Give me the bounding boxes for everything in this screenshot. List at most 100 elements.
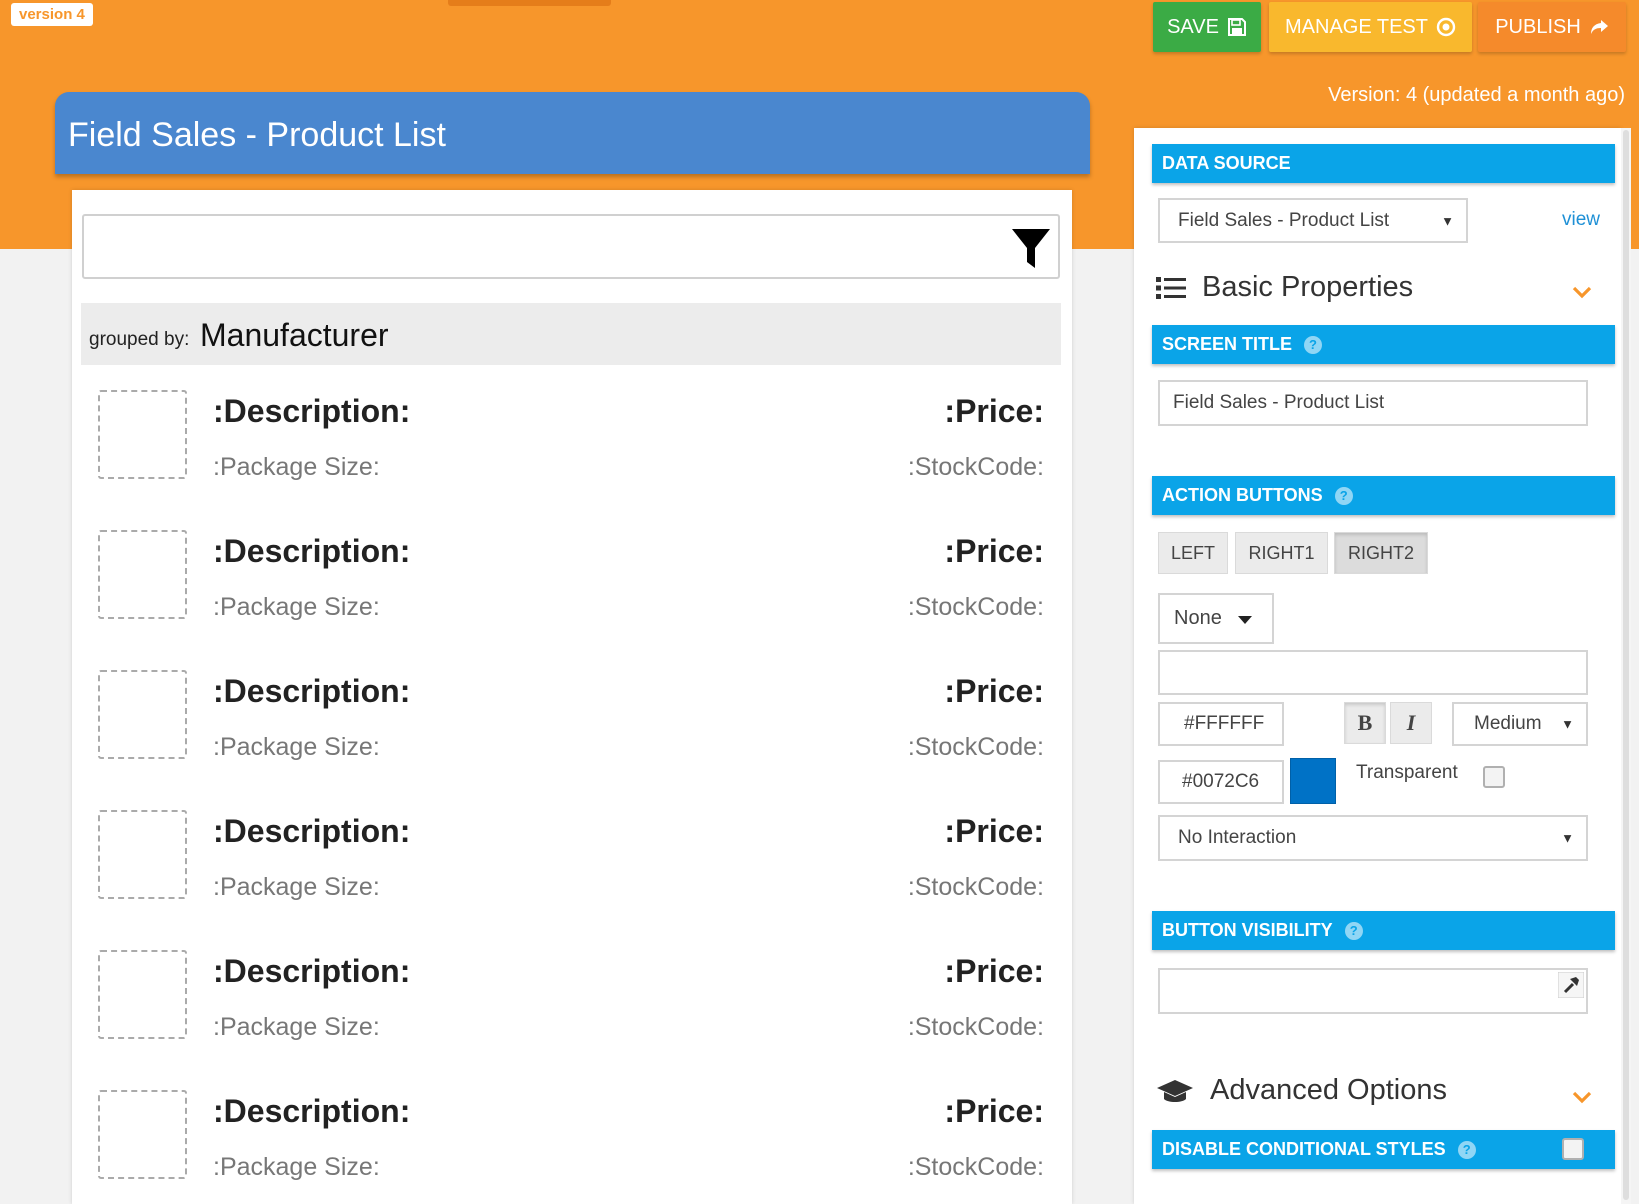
bold-button[interactable]: B — [1344, 702, 1386, 744]
manage-test-label: MANAGE TEST — [1285, 15, 1428, 38]
list-item[interactable]: :Description: :Price: :Package Size: :St… — [72, 390, 1072, 530]
data-source-header-label: DATA SOURCE — [1162, 153, 1291, 173]
tab-left[interactable]: LEFT — [1158, 532, 1228, 574]
image-placeholder — [98, 530, 187, 619]
graduation-cap-icon — [1157, 1079, 1193, 1102]
properties-panel: DATA SOURCE Field Sales - Product List ▼… — [1134, 128, 1621, 1204]
list-item[interactable]: :Description: :Price: :Package Size: :St… — [72, 810, 1072, 950]
screen-body: grouped by: Manufacturer :Description: :… — [72, 190, 1072, 1204]
data-source-view-link[interactable]: view — [1562, 209, 1600, 231]
transparent-checkbox[interactable] — [1483, 766, 1505, 788]
list-item[interactable]: :Description: :Price: :Package Size: :St… — [72, 950, 1072, 1090]
data-source-select[interactable]: Field Sales - Product List ▼ — [1158, 198, 1468, 243]
help-icon[interactable]: ? — [1304, 335, 1323, 354]
basic-properties-title: Basic Properties — [1202, 271, 1414, 303]
save-button[interactable]: SAVE — [1153, 2, 1261, 52]
color-swatch[interactable] — [1290, 758, 1336, 804]
tab-right1[interactable]: RIGHT1 — [1235, 532, 1328, 574]
text-color-value: #FFFFFF — [1184, 713, 1265, 734]
item-stock-code: :StockCode: — [907, 733, 1044, 761]
help-icon[interactable]: ? — [1457, 1140, 1476, 1159]
item-description: :Description: — [213, 813, 411, 849]
button-visibility-input[interactable] — [1158, 968, 1588, 1014]
publish-button[interactable]: PUBLISH — [1478, 2, 1626, 52]
top-tab-stub[interactable] — [448, 0, 611, 6]
background-color-input[interactable]: #0072C6 — [1158, 760, 1284, 804]
dropdown-arrow-icon: ▼ — [1441, 213, 1454, 228]
item-stock-code: :StockCode: — [907, 593, 1044, 621]
item-price: :Price: — [944, 533, 1044, 569]
dropdown-arrow-icon: ▼ — [1561, 830, 1574, 846]
item-price: :Price: — [944, 1093, 1044, 1129]
chevron-down-icon[interactable] — [1572, 286, 1592, 300]
button-icon-select[interactable]: None — [1158, 593, 1274, 644]
publish-label: PUBLISH — [1495, 15, 1581, 38]
grouped-by-value: Manufacturer — [200, 317, 389, 353]
dropdown-arrow-icon: ▼ — [1561, 716, 1574, 732]
manage-test-button[interactable]: MANAGE TEST — [1269, 2, 1472, 52]
image-placeholder — [98, 390, 187, 479]
screen-title: Field Sales - Product List — [68, 116, 446, 154]
chevron-down-icon[interactable] — [1572, 1091, 1592, 1105]
screen-title-input-value: Field Sales - Product List — [1173, 392, 1385, 413]
text-color-input[interactable]: #FFFFFF — [1158, 702, 1284, 746]
item-description: :Description: — [213, 673, 411, 709]
list-item[interactable]: :Description: :Price: :Package Size: :St… — [72, 1090, 1072, 1204]
action-buttons-header-label: ACTION BUTTONS — [1162, 485, 1323, 505]
item-stock-code: :StockCode: — [907, 453, 1044, 481]
screen-title-input[interactable]: Field Sales - Product List — [1158, 380, 1588, 426]
item-price: :Price: — [944, 813, 1044, 849]
filter-input[interactable] — [82, 214, 1060, 279]
italic-button[interactable]: I — [1390, 702, 1432, 744]
interaction-select-value: No Interaction — [1178, 827, 1297, 848]
group-header: grouped by: Manufacturer — [81, 303, 1061, 365]
interaction-select[interactable]: No Interaction ▼ — [1158, 815, 1588, 861]
font-size-value: Medium — [1474, 713, 1542, 734]
tab-right2[interactable]: RIGHT2 — [1334, 532, 1428, 574]
item-package-size: :Package Size: — [213, 1013, 380, 1041]
panel-scrollbar-thumb[interactable] — [1623, 130, 1629, 1200]
image-placeholder — [98, 950, 187, 1039]
image-placeholder — [98, 670, 187, 759]
item-description: :Description: — [213, 393, 411, 429]
disable-conditional-styles-header: DISABLE CONDITIONAL STYLES ? — [1152, 1130, 1615, 1169]
item-price: :Price: — [944, 393, 1044, 429]
caret-down-icon — [1238, 616, 1252, 624]
floppy-disk-icon — [1227, 18, 1246, 36]
item-package-size: :Package Size: — [213, 873, 380, 901]
item-package-size: :Package Size: — [213, 453, 380, 481]
item-package-size: :Package Size: — [213, 1153, 380, 1181]
hammer-icon[interactable] — [1558, 972, 1584, 998]
share-arrow-icon — [1590, 20, 1608, 34]
item-package-size: :Package Size: — [213, 733, 380, 761]
font-size-select[interactable]: Medium ▼ — [1452, 702, 1588, 746]
item-stock-code: :StockCode: — [907, 873, 1044, 901]
item-stock-code: :StockCode: — [907, 1153, 1044, 1181]
advanced-options-toggle[interactable]: Advanced Options — [1156, 1074, 1447, 1107]
data-source-value: Field Sales - Product List — [1178, 209, 1390, 231]
advanced-options-title: Advanced Options — [1210, 1074, 1447, 1106]
item-package-size: :Package Size: — [213, 593, 380, 621]
button-label-input[interactable] — [1158, 650, 1588, 695]
list-item[interactable]: :Description: :Price: :Package Size: :St… — [72, 530, 1072, 670]
help-icon[interactable]: ? — [1344, 921, 1363, 940]
screen-title-header: SCREEN TITLE ? — [1152, 325, 1615, 364]
filter-funnel-icon[interactable] — [1010, 226, 1052, 272]
item-stock-code: :StockCode: — [907, 1013, 1044, 1041]
list-icon — [1156, 276, 1186, 299]
action-buttons-header: ACTION BUTTONS ? — [1152, 476, 1615, 515]
list-item[interactable]: :Description: :Price: :Package Size: :St… — [72, 670, 1072, 810]
image-placeholder — [98, 1090, 187, 1179]
grouped-by-label: grouped by: — [89, 329, 190, 350]
button-visibility-header-label: BUTTON VISIBILITY — [1162, 920, 1333, 940]
basic-properties-toggle[interactable]: Basic Properties — [1156, 271, 1413, 304]
image-placeholder — [98, 810, 187, 899]
disable-conditional-styles-checkbox[interactable] — [1562, 1138, 1584, 1160]
version-badge: version 4 — [11, 3, 93, 26]
help-icon[interactable]: ? — [1334, 486, 1353, 505]
item-description: :Description: — [213, 1093, 411, 1129]
item-description: :Description: — [213, 533, 411, 569]
version-info: Version: 4 (updated a month ago) — [1328, 84, 1625, 106]
screen-header: Field Sales - Product List — [55, 92, 1090, 174]
transparent-label: Transparent — [1356, 762, 1458, 783]
